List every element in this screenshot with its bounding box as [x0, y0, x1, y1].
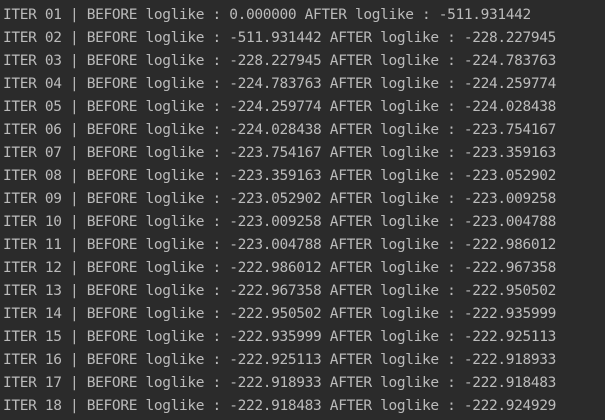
log-line: ITER 16 | BEFORE loglike : -222.925113 A… — [3, 352, 557, 368]
log-line: ITER 17 | BEFORE loglike : -222.918933 A… — [3, 375, 557, 391]
console-output: ITER 01 | BEFORE loglike : 0.000000 AFTE… — [0, 0, 605, 420]
log-line: ITER 13 | BEFORE loglike : -222.967358 A… — [3, 283, 557, 299]
log-line: ITER 02 | BEFORE loglike : -511.931442 A… — [3, 30, 557, 46]
log-line: ITER 12 | BEFORE loglike : -222.986012 A… — [3, 260, 557, 276]
log-line: ITER 10 | BEFORE loglike : -223.009258 A… — [3, 214, 557, 230]
log-line: ITER 08 | BEFORE loglike : -223.359163 A… — [3, 168, 557, 184]
log-line: ITER 03 | BEFORE loglike : -228.227945 A… — [3, 53, 557, 69]
log-line: ITER 18 | BEFORE loglike : -222.918483 A… — [3, 398, 557, 414]
log-line: ITER 14 | BEFORE loglike : -222.950502 A… — [3, 306, 557, 322]
log-line: ITER 01 | BEFORE loglike : 0.000000 AFTE… — [3, 7, 531, 23]
log-line: ITER 09 | BEFORE loglike : -223.052902 A… — [3, 191, 557, 207]
log-line: ITER 06 | BEFORE loglike : -224.028438 A… — [3, 122, 557, 138]
log-line: ITER 04 | BEFORE loglike : -224.783763 A… — [3, 76, 557, 92]
log-line: ITER 05 | BEFORE loglike : -224.259774 A… — [3, 99, 557, 115]
log-line: ITER 11 | BEFORE loglike : -223.004788 A… — [3, 237, 557, 253]
log-line: ITER 15 | BEFORE loglike : -222.935999 A… — [3, 329, 557, 345]
log-line: ITER 07 | BEFORE loglike : -223.754167 A… — [3, 145, 557, 161]
